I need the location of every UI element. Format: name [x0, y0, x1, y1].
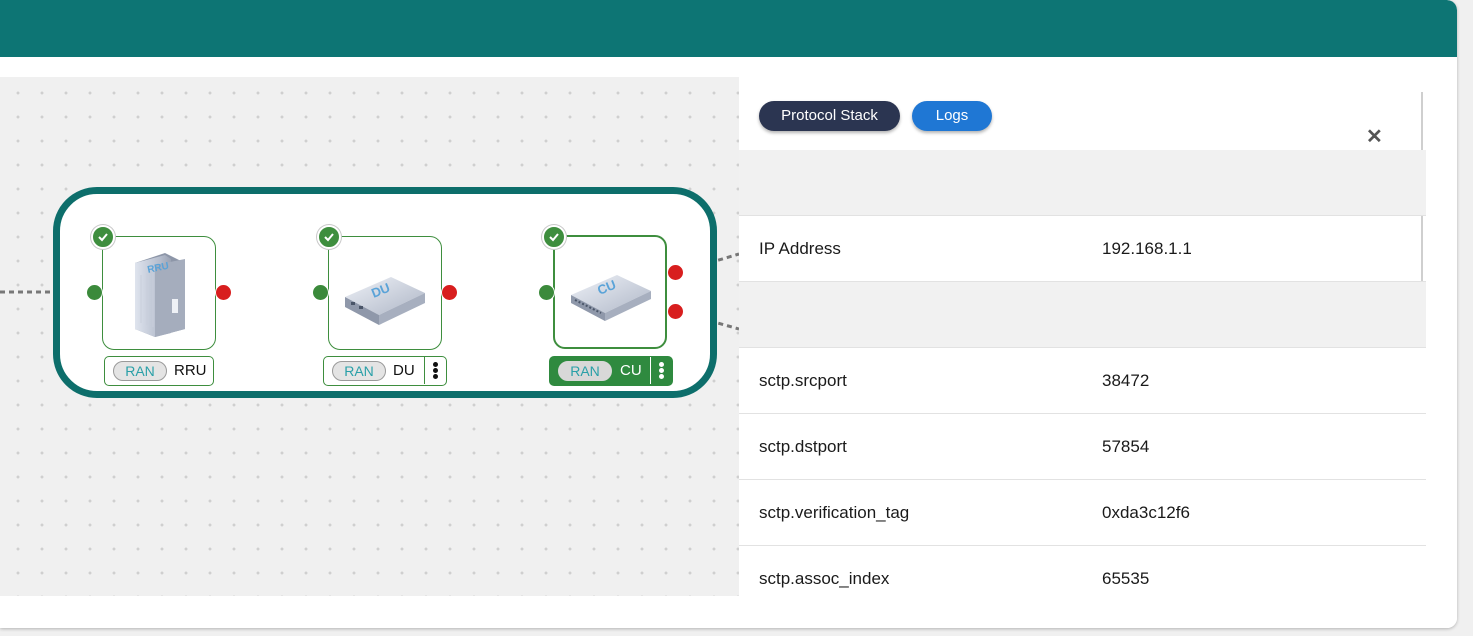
node-rru[interactable]: RRU [102, 236, 216, 350]
section-header-row [739, 150, 1426, 216]
rru-device-icon: RRU [135, 253, 185, 337]
row-key: sctp.dstport [759, 437, 847, 456]
cu-output-port-2[interactable] [667, 303, 684, 320]
node-name: CU [620, 362, 642, 379]
row-value: 192.168.1.1 [1102, 239, 1192, 258]
table-row: sctp.assoc_index 65535 [739, 546, 1426, 612]
row-value: 65535 [1102, 569, 1150, 588]
table-row: sctp.dstport 57854 [739, 414, 1426, 480]
more-options-icon[interactable] [424, 357, 446, 384]
rru-input-port[interactable] [86, 284, 103, 301]
close-icon[interactable]: ✕ [1366, 124, 1383, 149]
row-key: IP Address [759, 239, 841, 258]
protocol-field-table: IP Address 192.168.1.1 sctp.srcport 3847… [739, 150, 1426, 612]
du-output-port[interactable] [441, 284, 458, 301]
row-key: sctp.verification_tag [759, 503, 910, 522]
row-key: sctp.srcport [759, 371, 847, 390]
table-row: IP Address 192.168.1.1 [739, 216, 1426, 282]
node-name: RRU [174, 362, 207, 379]
tab-logs[interactable]: Logs [912, 101, 992, 131]
status-ok-icon [542, 225, 566, 249]
details-panel: Protocol Stack Logs ✕ IP Address 192.168… [739, 57, 1457, 628]
node-du[interactable]: DU [328, 236, 442, 350]
rru-output-port[interactable] [215, 284, 232, 301]
table-row: sctp.srcport 38472 [739, 348, 1426, 414]
tab-protocol-stack[interactable]: Protocol Stack [759, 101, 900, 131]
du-device-icon: DU [345, 277, 425, 325]
node-label-cu[interactable]: RAN CU [549, 356, 673, 386]
status-ok-icon [91, 225, 115, 249]
ran-badge: RAN [332, 361, 386, 381]
topology-canvas[interactable]: RRU RAN RRU DU RAN DU CU RAN CU [0, 77, 739, 596]
du-input-port[interactable] [312, 284, 329, 301]
cu-input-port[interactable] [538, 284, 555, 301]
row-value: 57854 [1102, 437, 1150, 456]
cu-output-port-1[interactable] [667, 264, 684, 281]
top-header-bar [0, 0, 1457, 57]
cu-device-icon: CU [571, 275, 651, 321]
node-cu[interactable]: CU [553, 235, 667, 349]
status-ok-icon [317, 225, 341, 249]
node-label-rru[interactable]: RAN RRU [104, 356, 214, 386]
ran-badge: RAN [113, 361, 167, 381]
node-label-du[interactable]: RAN DU [323, 356, 447, 386]
section-header-row [739, 282, 1426, 348]
row-value: 0xda3c12f6 [1102, 503, 1190, 522]
more-options-icon[interactable] [650, 357, 672, 384]
row-value: 38472 [1102, 371, 1150, 390]
table-row: sctp.verification_tag 0xda3c12f6 [739, 480, 1426, 546]
app-window: RRU RAN RRU DU RAN DU CU RAN CU Protocol… [0, 0, 1457, 628]
ran-badge: RAN [558, 361, 612, 381]
row-key: sctp.assoc_index [759, 569, 890, 588]
node-name: DU [393, 362, 415, 379]
